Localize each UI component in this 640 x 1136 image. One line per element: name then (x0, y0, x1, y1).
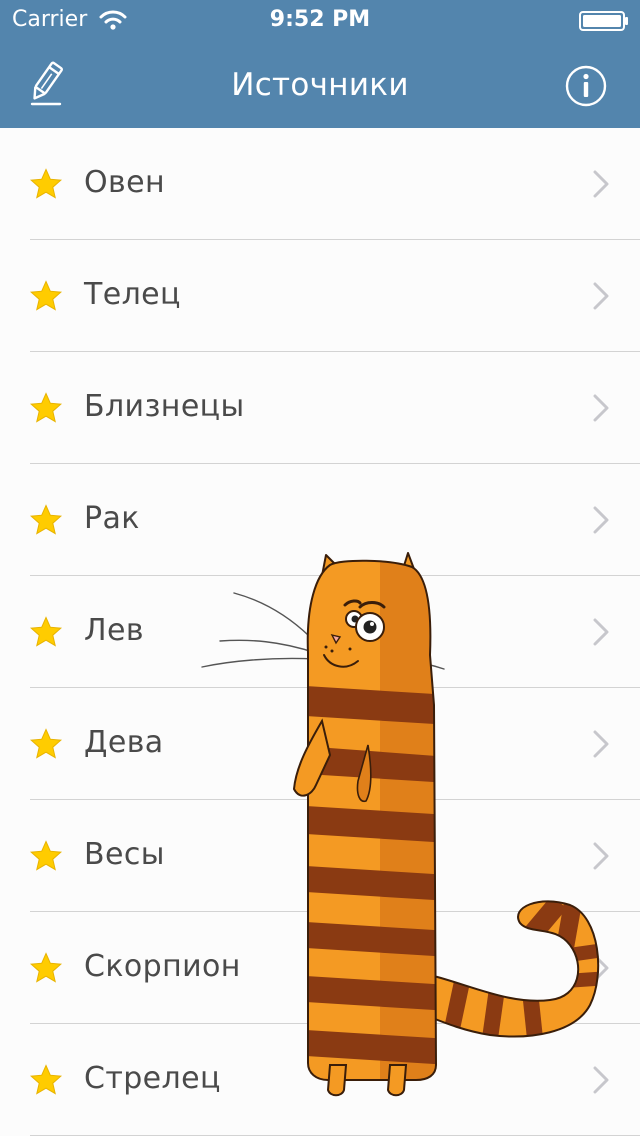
top-bar: Carrier 9:52 PM Источники (0, 0, 640, 128)
list-item-label: Стрелец (84, 1061, 221, 1096)
list-item-label: Скорпион (84, 949, 241, 984)
chevron-right-icon (593, 842, 609, 870)
chevron-right-icon (593, 394, 609, 422)
list-item[interactable]: Рак (0, 464, 640, 576)
star-icon (29, 840, 63, 871)
list-item[interactable]: Дева (0, 688, 640, 800)
battery-icon (579, 11, 628, 31)
sources-list: Овен Телец Близнецы Рак Лев Дева Весы Ск… (0, 128, 640, 1136)
chevron-right-icon (593, 170, 609, 198)
list-item-label: Рак (84, 501, 140, 536)
star-icon (29, 392, 63, 423)
list-item[interactable]: Близнецы (0, 352, 640, 464)
star-icon (29, 504, 63, 535)
status-time: 9:52 PM (269, 7, 371, 32)
list-item-label: Овен (84, 165, 165, 200)
list-item[interactable]: Стрелец (0, 1024, 640, 1136)
star-icon (29, 280, 63, 311)
list-item[interactable]: Весы (0, 800, 640, 912)
app-screen: Carrier 9:52 PM Источники Овен Телец Бли… (0, 0, 640, 1136)
chevron-right-icon (593, 1066, 609, 1094)
list-item-label: Телец (84, 277, 181, 312)
star-icon (29, 728, 63, 759)
chevron-right-icon (593, 730, 609, 758)
chevron-right-icon (593, 506, 609, 534)
list-item[interactable]: Овен (0, 128, 640, 240)
chevron-right-icon (593, 618, 609, 646)
list-item-label: Дева (84, 725, 164, 760)
list-item-label: Весы (84, 837, 165, 872)
chevron-right-icon (593, 282, 609, 310)
page-title: Источники (231, 67, 409, 103)
list-item-label: Близнецы (84, 389, 245, 424)
list-item[interactable]: Скорпион (0, 912, 640, 1024)
chevron-right-icon (593, 954, 609, 982)
info-icon[interactable] (565, 65, 607, 107)
star-icon (29, 1064, 63, 1095)
list-item-label: Лев (84, 613, 144, 648)
navigation-bar: Источники (0, 40, 640, 128)
list-item[interactable]: Телец (0, 240, 640, 352)
star-icon (29, 952, 63, 983)
list-item[interactable]: Лев (0, 576, 640, 688)
star-icon (29, 616, 63, 647)
star-icon (29, 168, 63, 199)
status-bar: Carrier 9:52 PM (0, 0, 640, 40)
